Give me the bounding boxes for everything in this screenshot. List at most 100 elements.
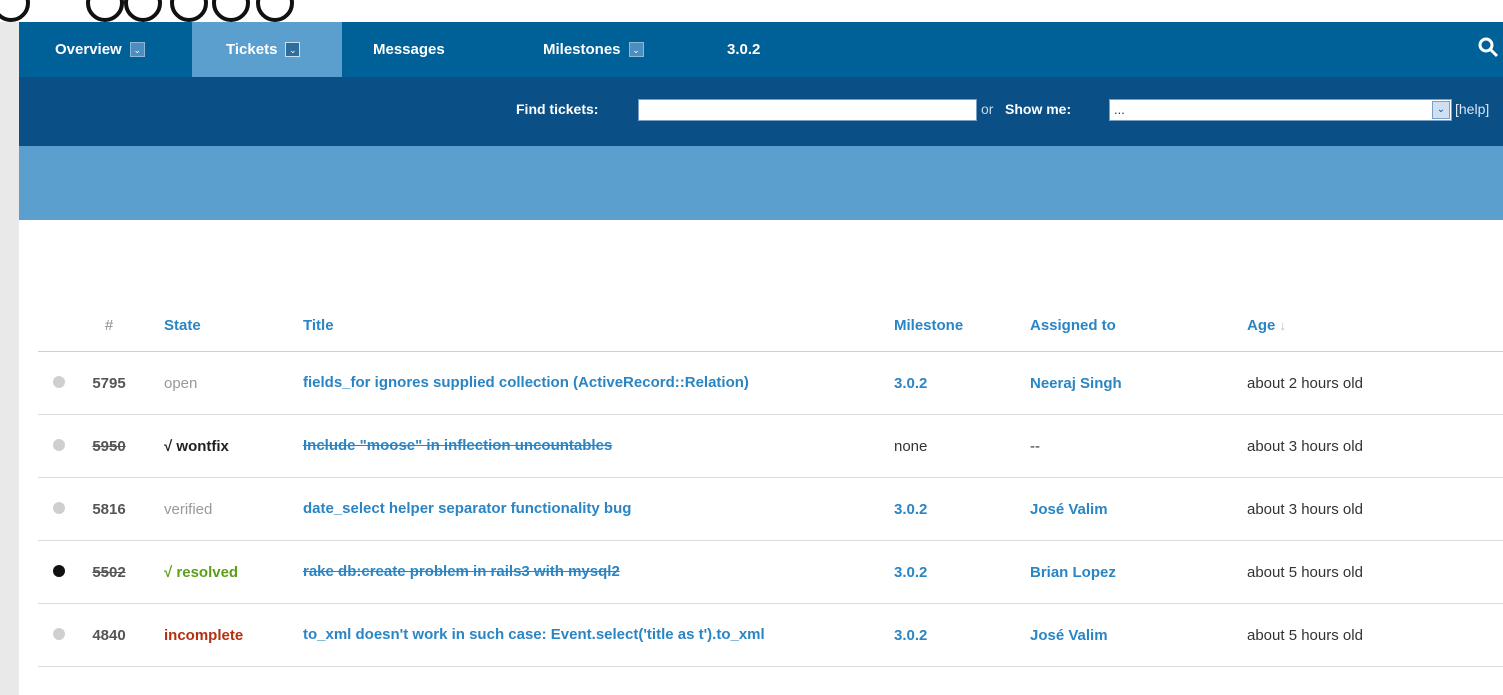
- logo-fragment: [212, 0, 250, 22]
- header-state[interactable]: State: [134, 300, 293, 352]
- show-me-select[interactable]: ... ⌄: [1109, 99, 1452, 121]
- ticket-title-cell: fields_for ignores supplied collection (…: [293, 351, 894, 415]
- ticket-number[interactable]: 5795: [84, 351, 134, 415]
- tab-overview-label: Overview: [55, 41, 122, 58]
- chevron-down-icon[interactable]: ⌄: [628, 42, 644, 57]
- ticket-title-link[interactable]: date_select helper separator functionali…: [303, 500, 631, 517]
- ticket-age: about 3 hours old: [1247, 414, 1503, 478]
- tab-tickets[interactable]: Tickets ⌄: [192, 22, 342, 77]
- header-dot: [38, 300, 84, 352]
- header-age[interactable]: Age ↓: [1247, 300, 1503, 352]
- table-row[interactable]: 5795 open fields_for ignores supplied co…: [38, 351, 1503, 415]
- assignee-cell: José Valim: [1030, 477, 1247, 541]
- sub-header-band: [19, 146, 1503, 220]
- table-header-row: # State Title Milestone Assigned to Age …: [38, 300, 1503, 352]
- ticket-age: about 3 hours old: [1247, 477, 1503, 541]
- assignee-link[interactable]: Neeraj Singh: [1030, 375, 1122, 392]
- status-dot-icon: [53, 627, 65, 640]
- table-row[interactable]: 5950 √ wontfix Include "moose" in inflec…: [38, 414, 1503, 478]
- chevron-down-icon[interactable]: ⌄: [1432, 101, 1450, 119]
- table-row[interactable]: 5816 verified date_select helper separat…: [38, 477, 1503, 541]
- table-row[interactable]: 5502 √ resolved rake db:create problem i…: [38, 540, 1503, 604]
- milestone-cell: 3.0.2: [894, 603, 1030, 667]
- tab-tickets-label: Tickets: [226, 41, 278, 58]
- top-strip: [0, 0, 1503, 22]
- assignee-cell: Brian Lopez: [1030, 540, 1247, 604]
- ticket-number[interactable]: 5502: [84, 540, 134, 604]
- find-tickets-input[interactable]: [638, 99, 977, 121]
- ticket-age: about 5 hours old: [1247, 540, 1503, 604]
- header-title[interactable]: Title: [293, 300, 894, 352]
- chevron-down-icon[interactable]: ⌄: [285, 42, 301, 57]
- chevron-down-icon[interactable]: ⌄: [129, 42, 145, 57]
- table-row[interactable]: 4840 incomplete to_xml doesn't work in s…: [38, 603, 1503, 667]
- logo-fragment: [170, 0, 208, 22]
- ticket-state: √ wontfix: [134, 414, 293, 478]
- show-me-selected: ...: [1114, 102, 1125, 117]
- status-dot-cell: [38, 351, 84, 415]
- tab-version[interactable]: 3.0.2: [713, 22, 774, 77]
- milestone-cell: 3.0.2: [894, 477, 1030, 541]
- status-dot-cell: [38, 540, 84, 604]
- assignee-cell: Neeraj Singh: [1030, 351, 1247, 415]
- tickets-table: # State Title Milestone Assigned to Age …: [38, 300, 1503, 667]
- header-assigned-to[interactable]: Assigned to: [1030, 300, 1247, 352]
- search-icon[interactable]: [1477, 36, 1503, 62]
- ticket-state: incomplete: [134, 603, 293, 667]
- status-dot-cell: [38, 603, 84, 667]
- tab-messages[interactable]: Messages: [359, 22, 459, 77]
- tab-milestones[interactable]: Milestones ⌄: [529, 22, 658, 77]
- assignee-link[interactable]: Brian Lopez: [1030, 564, 1116, 581]
- milestone-cell: none: [894, 414, 1030, 478]
- ticket-number[interactable]: 4840: [84, 603, 134, 667]
- ticket-title-link[interactable]: rake db:create problem in rails3 with my…: [303, 563, 620, 580]
- find-tickets-label: Find tickets:: [516, 101, 599, 117]
- tab-milestones-label: Milestones: [543, 41, 621, 58]
- ticket-title-link[interactable]: to_xml doesn't work in such case: Event.…: [303, 626, 765, 643]
- milestone-text: none: [894, 437, 928, 455]
- milestone-cell: 3.0.2: [894, 540, 1030, 604]
- header-age-label: Age: [1247, 317, 1276, 334]
- ticket-title-cell: Include "moose" in inflection uncountabl…: [293, 414, 894, 478]
- milestone-link[interactable]: 3.0.2: [894, 627, 927, 644]
- header-number[interactable]: #: [84, 300, 134, 352]
- status-dot-cell: [38, 477, 84, 541]
- ticket-age: about 5 hours old: [1247, 603, 1503, 667]
- milestone-link[interactable]: 3.0.2: [894, 564, 927, 581]
- ticket-age: about 2 hours old: [1247, 351, 1503, 415]
- status-dot-cell: [38, 414, 84, 478]
- logo-fragment: [256, 0, 294, 22]
- milestone-link[interactable]: 3.0.2: [894, 375, 927, 392]
- tab-overview[interactable]: Overview ⌄: [41, 22, 159, 77]
- status-dot-icon: [53, 501, 65, 514]
- assignee-link[interactable]: José Valim: [1030, 627, 1108, 644]
- assignee-link[interactable]: José Valim: [1030, 501, 1108, 518]
- assignee-cell: José Valim: [1030, 603, 1247, 667]
- show-me-label: Show me:: [1005, 101, 1072, 117]
- logo-fragment: [86, 0, 124, 22]
- assignee-cell: --: [1030, 414, 1247, 478]
- ticket-title-cell: date_select helper separator functionali…: [293, 477, 894, 541]
- ticket-title-cell: rake db:create problem in rails3 with my…: [293, 540, 894, 604]
- sort-down-icon: ↓: [1279, 318, 1287, 333]
- assignee-text: --: [1030, 437, 1040, 455]
- milestone-cell: 3.0.2: [894, 351, 1030, 415]
- status-dot-icon: [53, 375, 65, 388]
- milestone-link[interactable]: 3.0.2: [894, 501, 927, 518]
- tab-version-label: 3.0.2: [727, 41, 761, 58]
- status-dot-icon: [53, 438, 65, 451]
- or-label: or: [981, 101, 994, 117]
- ticket-number[interactable]: 5950: [84, 414, 134, 478]
- help-link[interactable]: [help]: [1455, 101, 1489, 117]
- ticket-state: verified: [134, 477, 293, 541]
- ticket-state: open: [134, 351, 293, 415]
- ticket-state: √ resolved: [134, 540, 293, 604]
- ticket-title-cell: to_xml doesn't work in such case: Event.…: [293, 603, 894, 667]
- ticket-search-bar: Find tickets: or Show me: ... ⌄ [help]: [19, 77, 1503, 146]
- ticket-title-link[interactable]: fields_for ignores supplied collection (…: [303, 374, 749, 391]
- main-nav: Overview ⌄ Tickets ⌄ Messages Milestones…: [19, 22, 1503, 77]
- header-milestone[interactable]: Milestone: [894, 300, 1030, 352]
- ticket-title-link[interactable]: Include "moose" in inflection uncountabl…: [303, 437, 612, 454]
- ticket-number[interactable]: 5816: [84, 477, 134, 541]
- logo-fragment: [0, 0, 30, 22]
